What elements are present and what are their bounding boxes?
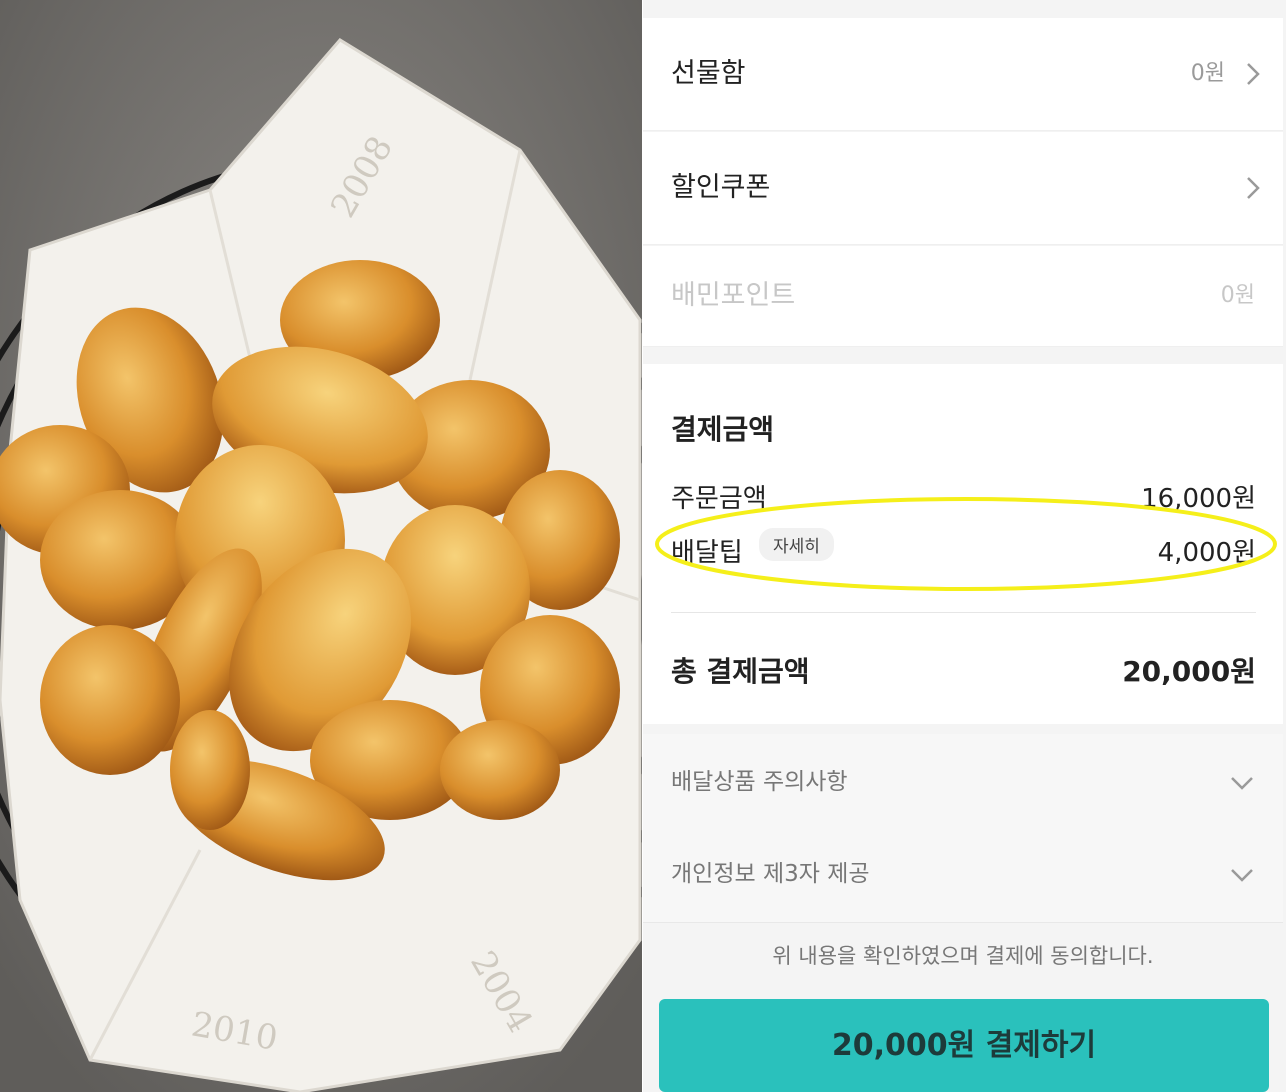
- order-amount-label: 주문금액: [671, 484, 767, 514]
- delivery-tip-label: 배달팁: [671, 538, 743, 568]
- chevron-down-icon: [1231, 777, 1253, 790]
- delivery-tip-value: 4,000원: [1157, 538, 1256, 568]
- baemin-point-label: 배민포인트: [671, 280, 796, 311]
- order-amount-value: 16,000원: [1141, 484, 1256, 514]
- summary-divider: [671, 612, 1256, 613]
- discount-coupon-label: 할인쿠폰: [671, 172, 771, 203]
- privacy-third-party-row[interactable]: 개인정보 제3자 제공: [643, 826, 1283, 923]
- gift-box-label: 선물함: [671, 58, 746, 89]
- delivery-notice-row[interactable]: 배달상품 주의사항: [643, 734, 1283, 831]
- discount-coupon-row[interactable]: 할인쿠폰: [643, 132, 1283, 245]
- baemin-point-value: 0원: [1220, 283, 1255, 308]
- chevron-right-icon: [1247, 63, 1260, 85]
- payment-screen: 선물함 0원 할인쿠폰 배민포인트 0원 결제금액 주문금액 16,000원 배…: [643, 0, 1286, 1092]
- order-amount-line: 주문금액 16,000원: [671, 478, 1256, 518]
- pay-button[interactable]: 20,000원 결제하기: [659, 999, 1269, 1092]
- gift-box-row[interactable]: 선물함 0원: [643, 18, 1283, 131]
- chevron-down-icon: [1231, 869, 1253, 882]
- payment-amount-title: 결제금액: [671, 413, 775, 446]
- delivery-notice-label: 배달상품 주의사항: [671, 769, 848, 795]
- delivery-tip-line: 배달팁 자세히 4,000원: [671, 528, 1256, 572]
- privacy-third-party-label: 개인정보 제3자 제공: [671, 861, 870, 887]
- gift-box-value: 0원: [1190, 61, 1225, 86]
- delivery-tip-detail-button[interactable]: 자세히: [759, 528, 834, 561]
- total-amount-label: 총 결제금액: [671, 655, 810, 688]
- agreement-text: 위 내용을 확인하였으며 결제에 동의합니다.: [772, 944, 1154, 968]
- total-amount-value: 20,000원: [1122, 655, 1256, 688]
- total-amount-line: 총 결제금액 20,000원: [671, 650, 1256, 690]
- baemin-point-row: 배민포인트 0원: [643, 246, 1283, 347]
- chevron-right-icon: [1247, 177, 1260, 199]
- fried-chicken-photo: 2008 2010 2004: [0, 0, 642, 1092]
